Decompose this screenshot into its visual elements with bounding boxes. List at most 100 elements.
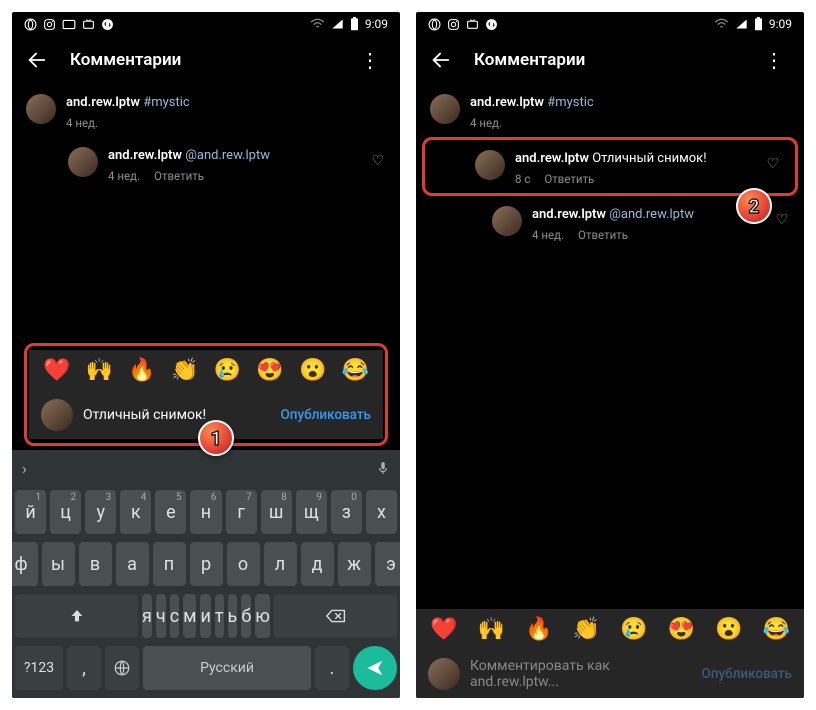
key-у[interactable]: у3	[85, 490, 116, 534]
avatar[interactable]	[26, 94, 56, 124]
period-key[interactable]: .	[315, 646, 349, 690]
keyboard-row-4: ?123 , Русский .	[12, 642, 400, 698]
like-icon[interactable]: ♡	[775, 206, 790, 228]
comment-mention[interactable]: @and.rew.lptw	[609, 207, 694, 222]
comment-row: and.rew.lptw @and.rew.lptw 4 нед. Ответи…	[54, 137, 400, 190]
key-о[interactable]: о	[227, 542, 260, 586]
keyboard-row-2: фывапролджэ	[12, 538, 400, 590]
mic-icon[interactable]	[376, 459, 390, 477]
key-с[interactable]: с	[170, 594, 179, 638]
emoji-fire[interactable]: 🔥	[128, 358, 155, 383]
key-з[interactable]: з0	[331, 490, 362, 534]
key-к[interactable]: к4	[120, 490, 151, 534]
publish-button[interactable]: Опубликовать	[280, 407, 371, 423]
key-т[interactable]: т	[215, 594, 224, 638]
emoji-heart[interactable]: ❤️	[430, 617, 457, 642]
comma-key[interactable]: ,	[67, 646, 101, 690]
comment-username[interactable]: and.rew.lptw	[532, 207, 606, 222]
numeric-key[interactable]: ?123	[15, 646, 63, 690]
comment-input[interactable]: Комментировать как and.rew.lptw...	[470, 658, 691, 690]
key-я[interactable]: я	[142, 594, 152, 638]
emoji-hands[interactable]: 🙌	[86, 358, 113, 383]
key-ц[interactable]: ц2	[50, 490, 81, 534]
tv-icon	[466, 18, 479, 31]
emoji-love[interactable]: 😍	[668, 617, 695, 642]
key-ь[interactable]: ь	[228, 594, 238, 638]
post-hashtag[interactable]: #mystic	[143, 95, 189, 110]
emoji-hands[interactable]: 🙌	[478, 617, 505, 642]
shazam-icon	[485, 18, 498, 31]
backspace-key[interactable]	[274, 594, 397, 638]
comment-input[interactable]: Отличный снимок!	[83, 407, 270, 423]
chevron-right-icon[interactable]: ›	[22, 459, 27, 478]
key-в[interactable]: в	[79, 542, 112, 586]
emoji-laugh[interactable]: 😂	[763, 617, 790, 642]
publish-button[interactable]: Опубликовать	[701, 666, 792, 682]
reply-button[interactable]: Ответить	[154, 169, 204, 185]
comment-username[interactable]: and.rew.lptw	[108, 148, 182, 163]
shazam-icon	[101, 18, 114, 31]
key-п[interactable]: п	[153, 542, 186, 586]
key-й[interactable]: й1	[15, 490, 46, 534]
send-key[interactable]	[353, 646, 397, 690]
comment-text: Отличный снимок!	[592, 151, 706, 166]
emoji-fire[interactable]: 🔥	[525, 617, 552, 642]
emoji-clap[interactable]: 👏	[171, 358, 198, 383]
more-icon[interactable]: ⋮	[354, 48, 386, 72]
status-time: 9:09	[769, 17, 792, 31]
like-icon[interactable]: ♡	[371, 147, 386, 169]
key-е[interactable]: е5	[155, 490, 186, 534]
key-б[interactable]: б	[241, 594, 251, 638]
post-username[interactable]: and.rew.lptw	[66, 95, 140, 110]
avatar[interactable]	[68, 147, 98, 177]
post-meta: 4 нед.	[66, 116, 98, 132]
key-э[interactable]: э	[375, 542, 401, 586]
like-icon[interactable]: ♡	[766, 150, 781, 172]
key-ж[interactable]: ж	[338, 542, 371, 586]
page-title: Комментарии	[474, 50, 736, 70]
emoji-wow[interactable]: 😮	[715, 617, 742, 642]
back-icon[interactable]	[430, 49, 452, 71]
key-г[interactable]: г7	[226, 490, 257, 534]
opera-icon	[428, 18, 441, 31]
key-н[interactable]: н6	[190, 490, 221, 534]
emoji-wow[interactable]: 😮	[299, 358, 326, 383]
original-post: and.rew.lptw #mystic 4 нед.	[416, 84, 804, 137]
avatar[interactable]	[430, 94, 460, 124]
key-а[interactable]: а	[116, 542, 149, 586]
comment-mention[interactable]: @and.rew.lptw	[185, 148, 270, 163]
key-ф[interactable]: ф	[12, 542, 38, 586]
key-ч[interactable]: ч	[156, 594, 166, 638]
key-ш[interactable]: ш8	[261, 490, 292, 534]
comment-username[interactable]: and.rew.lptw	[515, 151, 589, 166]
reply-button[interactable]: Ответить	[578, 228, 628, 244]
emoji-heart[interactable]: ❤️	[43, 358, 70, 383]
key-ы[interactable]: ы	[42, 542, 75, 586]
emoji-sad[interactable]: 😢	[620, 617, 647, 642]
key-л[interactable]: л	[264, 542, 297, 586]
key-щ[interactable]: щ9	[296, 490, 327, 534]
emoji-love[interactable]: 😍	[256, 358, 283, 383]
status-bar: 9:09	[416, 12, 804, 36]
space-key[interactable]: Русский	[143, 646, 311, 690]
emoji-laugh[interactable]: 😂	[342, 358, 369, 383]
shift-key[interactable]	[15, 594, 138, 638]
key-р[interactable]: р	[190, 542, 223, 586]
reply-button[interactable]: Ответить	[544, 172, 594, 188]
key-м[interactable]: м	[183, 594, 196, 638]
back-icon[interactable]	[26, 49, 48, 71]
avatar[interactable]	[475, 150, 505, 180]
bottom-input-area: ❤️ 🙌 🔥 👏 😢 😍 😮 😂 Комментировать как and.…	[416, 609, 804, 698]
key-ю[interactable]: ю	[255, 594, 270, 638]
emoji-sad[interactable]: 😢	[214, 358, 241, 383]
key-д[interactable]: д	[301, 542, 334, 586]
avatar[interactable]	[492, 206, 522, 236]
more-icon[interactable]: ⋮	[758, 48, 790, 72]
key-и[interactable]: и	[200, 594, 210, 638]
key-х[interactable]: х	[366, 490, 397, 534]
keyboard[interactable]: › й1ц2у3к4е5н6г7ш8щ9з0х фывапролджэ ячсм…	[12, 450, 400, 698]
emoji-clap[interactable]: 👏	[573, 617, 600, 642]
post-hashtag[interactable]: #mystic	[547, 95, 593, 110]
post-username[interactable]: and.rew.lptw	[470, 95, 544, 110]
globe-key[interactable]	[105, 646, 139, 690]
